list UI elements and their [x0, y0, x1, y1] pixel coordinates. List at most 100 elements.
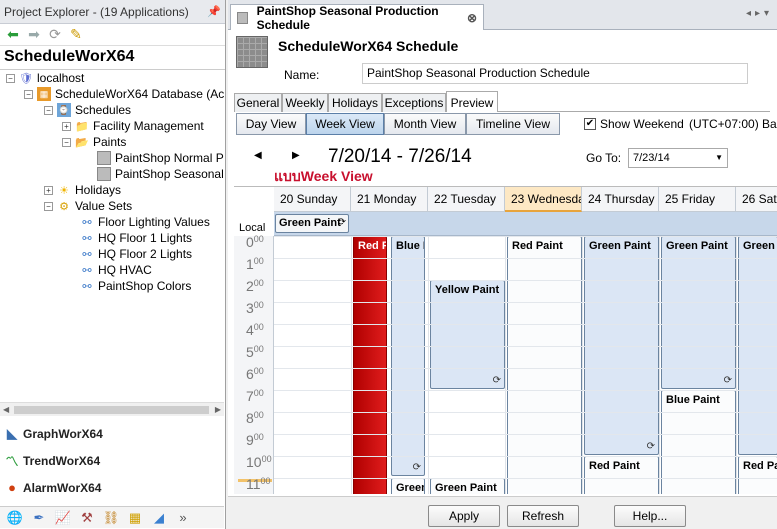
collapse-icon[interactable]: −: [24, 89, 33, 99]
tree-node-value-sets[interactable]: − ⚙ Value Sets: [44, 198, 132, 214]
grid-icon[interactable]: ▦: [126, 509, 144, 527]
nav-alarmworx[interactable]: ● AlarmWorX64: [0, 474, 224, 501]
edit-pencil-icon[interactable]: ✎: [68, 26, 84, 43]
valueset-icon: ⚯: [82, 264, 92, 277]
day-view-button[interactable]: Day View: [236, 113, 306, 135]
timeline-view-button[interactable]: Timeline View: [466, 113, 560, 135]
nav-graphworx[interactable]: ◣ GraphWorX64: [0, 420, 224, 447]
all-day-row[interactable]: Green Paint ⟳: [274, 212, 777, 236]
collapse-icon[interactable]: −: [6, 73, 15, 83]
name-field[interactable]: PaintShop Seasonal Production Schedule: [362, 63, 748, 84]
tab-exceptions[interactable]: Exceptions: [382, 93, 446, 112]
scroll-right-icon[interactable]: ▶: [215, 405, 221, 414]
recurring-icon: ⟳: [646, 441, 655, 452]
day-header-saturday[interactable]: 26 Saturday: [736, 187, 777, 212]
tab-navigation-icon[interactable]: ◂▸▾: [746, 8, 773, 19]
tree-horizontal-scrollbar[interactable]: ◀ ▶: [0, 402, 224, 416]
event-monday-green[interactable]: Green Paint: [391, 478, 425, 494]
event-monday-blue[interactable]: Blue Paint ⟳: [391, 236, 425, 476]
folder-icon: 📁: [75, 120, 89, 133]
hour-gridline: [274, 346, 777, 347]
pin-icon[interactable]: 📌: [207, 5, 221, 18]
reports-icon[interactable]: ◢: [150, 509, 168, 527]
expand-icon[interactable]: +: [44, 185, 53, 195]
month-view-button[interactable]: Month View: [384, 113, 466, 135]
graphworx-icon: ◣: [7, 425, 17, 441]
hour-gridline: [274, 434, 777, 435]
name-label: Name:: [284, 68, 320, 82]
chart-icon[interactable]: 📈: [54, 509, 72, 527]
scrollbar-thumb[interactable]: [14, 406, 209, 414]
document-tab[interactable]: PaintShop Seasonal Production Schedule ⊗: [230, 4, 484, 32]
date-range-title: 7/20/14 - 7/26/14: [328, 146, 472, 167]
tree-node-hq-floor2-lights[interactable]: ⚯ HQ Floor 2 Lights: [80, 246, 192, 262]
allday-event[interactable]: Green Paint ⟳: [275, 214, 349, 233]
tree-node-hq-hvac[interactable]: ⚯ HQ HVAC: [80, 262, 151, 278]
expand-icon[interactable]: +: [62, 121, 71, 131]
hour-label: 200: [246, 278, 274, 294]
tree-node-facility-management[interactable]: + 📁 Facility Management: [62, 118, 204, 134]
event-tuesday-green[interactable]: Green Paint: [430, 478, 505, 494]
hour-gridline: [274, 324, 777, 325]
day-header-friday[interactable]: 25 Friday: [659, 187, 736, 212]
tab-preview[interactable]: Preview: [446, 91, 498, 113]
hour-label: 100: [246, 256, 274, 272]
tree-node-localhost[interactable]: − 🛡 localhost: [6, 70, 84, 86]
week-view-button[interactable]: Week View: [306, 113, 384, 135]
hour-number: 3: [246, 300, 254, 316]
tree-node-paints[interactable]: − 📂 Paints: [62, 134, 126, 150]
tree-node-database[interactable]: − ▦ ScheduleWorX64 Database (Active): [24, 86, 224, 102]
hour-label: 400: [246, 322, 274, 338]
hour-number: 1: [246, 256, 254, 272]
tree-node-seasonal-schedule[interactable]: PaintShop Seasonal Production Schedule: [97, 166, 224, 182]
tools-icon[interactable]: ⚒: [78, 509, 96, 527]
show-weekend-toggle[interactable]: ✔ Show Weekend: [584, 117, 684, 131]
back-arrow-icon[interactable]: ⬅: [5, 26, 21, 43]
nav-trendworx[interactable]: 〽 TrendWorX64: [0, 447, 224, 474]
tree-node-floor-lighting-values[interactable]: ⚯ Floor Lighting Values: [80, 214, 209, 230]
day-header-monday[interactable]: 21 Monday: [351, 187, 428, 212]
tree-node-hq-floor1-lights[interactable]: ⚯ HQ Floor 1 Lights: [80, 230, 192, 246]
day-header-sunday[interactable]: 20 Sunday: [274, 187, 351, 212]
event-thursday-red[interactable]: Red Paint: [584, 456, 659, 494]
next-week-icon[interactable]: ▶: [292, 150, 300, 161]
tab-general[interactable]: General: [234, 93, 282, 112]
hour-minutes: 00: [253, 344, 264, 354]
hour-label: 600: [246, 366, 274, 382]
day-header-thursday[interactable]: 24 Thursday: [582, 187, 659, 212]
help-button[interactable]: Help...: [614, 505, 686, 527]
pen-icon[interactable]: ✒: [30, 509, 48, 527]
refresh-button[interactable]: Refresh: [507, 505, 579, 527]
close-tab-icon[interactable]: ⊗: [467, 11, 477, 25]
collapse-icon[interactable]: −: [44, 201, 53, 211]
previous-week-icon[interactable]: ◀: [254, 150, 262, 161]
day-header-wednesday[interactable]: 23 Wednesday: [505, 187, 582, 212]
timezone-selector[interactable]: (UTC+07:00) Bangkok: [689, 117, 777, 131]
collapse-icon[interactable]: −: [62, 137, 71, 147]
forward-arrow-icon[interactable]: ➡: [26, 26, 42, 43]
tree-node-schedules[interactable]: − ⌚ Schedules: [44, 102, 131, 118]
chevron-down-icon[interactable]: ▼: [715, 153, 723, 162]
event-saturday-red[interactable]: Red Paint: [738, 456, 777, 494]
collapse-icon[interactable]: −: [44, 105, 53, 115]
goto-date-picker[interactable]: 7/23/14 ▼: [628, 148, 728, 168]
globe-icon[interactable]: 🌐: [6, 509, 24, 527]
refresh-icon[interactable]: ⟳: [47, 26, 63, 43]
tree-node-paintshop-colors[interactable]: ⚯ PaintShop Colors: [80, 278, 191, 294]
network-icon[interactable]: ⛓: [102, 509, 120, 527]
show-weekend-checkbox[interactable]: ✔: [584, 118, 596, 130]
event-tuesday-yellow[interactable]: Yellow Paint ⟳: [430, 280, 505, 389]
more-chevron-icon[interactable]: »: [174, 509, 192, 527]
project-explorer-title: Project Explorer - (19 Applications): [4, 4, 189, 19]
day-header-tuesday[interactable]: 22 Tuesday: [428, 187, 505, 212]
apply-button[interactable]: Apply: [428, 505, 500, 527]
view-selector-bar: Day View Week View Month View Timeline V…: [234, 112, 777, 138]
hour-number: 7: [246, 388, 254, 404]
scroll-left-icon[interactable]: ◀: [3, 405, 9, 414]
tree-node-normal-schedule[interactable]: PaintShop Normal Production Schedule: [97, 150, 224, 166]
hour-label: 000: [246, 234, 274, 250]
schedule-icon: [97, 167, 111, 181]
tab-holidays[interactable]: Holidays: [328, 93, 382, 112]
tree-node-holidays[interactable]: + ☀ Holidays: [44, 182, 121, 198]
tab-weekly[interactable]: Weekly: [282, 93, 328, 112]
